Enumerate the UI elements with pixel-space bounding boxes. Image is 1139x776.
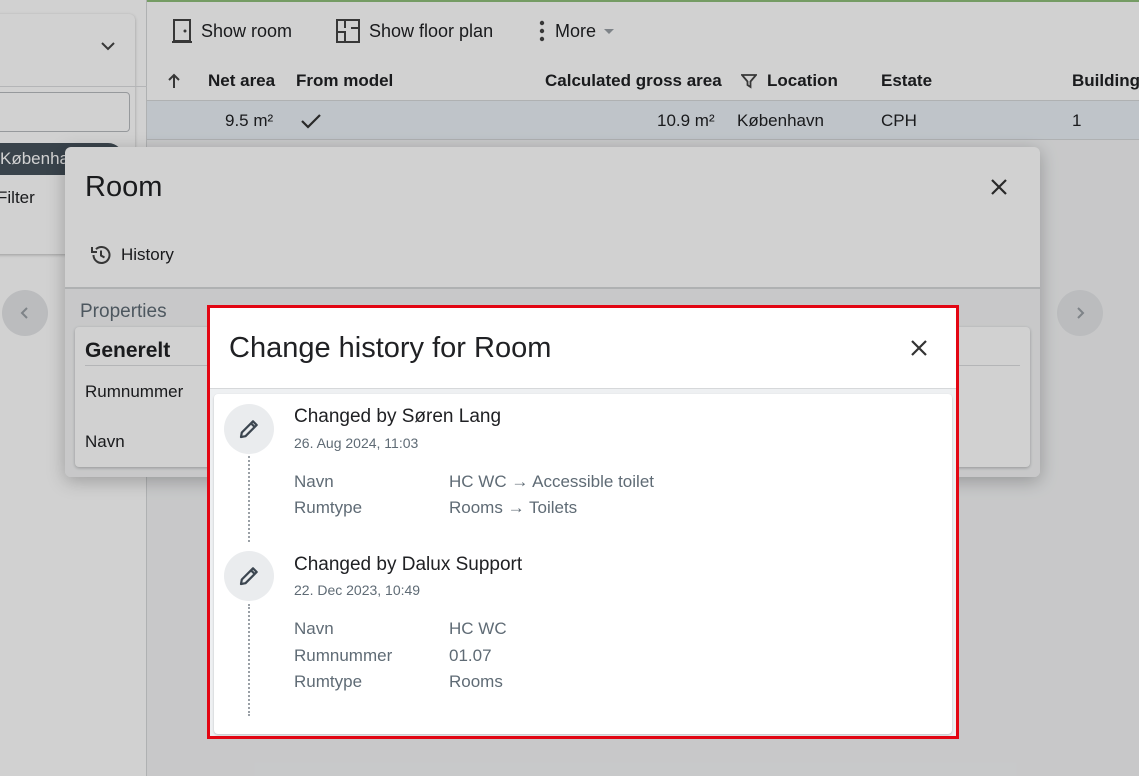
pencil-icon	[224, 404, 274, 454]
pencil-icon	[224, 551, 274, 601]
change-field: Rumnummer	[294, 646, 393, 665]
change-history-body: Changed by Søren Lang 26. Aug 2024, 11:0…	[210, 389, 956, 736]
change-field: Rumtype	[294, 672, 363, 691]
change-field: Rumtype	[294, 498, 363, 517]
entry-author: Changed by Søren Lang	[294, 406, 502, 427]
change-history-dialog: Change history for Room Changed by Søren…	[207, 305, 959, 739]
change-history-title: Change history for Room	[229, 332, 552, 364]
entry-date: 22. Dec 2023, 10:49	[294, 582, 421, 598]
change-history-list: Changed by Søren Lang 26. Aug 2024, 11:0…	[214, 394, 952, 734]
change-field: Navn	[294, 619, 334, 638]
change-value: 01.07	[449, 646, 492, 665]
close-icon[interactable]	[907, 336, 931, 360]
change-value: HC WC	[449, 619, 507, 638]
entry-date: 26. Aug 2024, 11:03	[294, 435, 419, 451]
timeline-connector	[248, 604, 250, 716]
change-value: Rooms → Toilets	[449, 498, 578, 517]
change-field: Navn	[294, 472, 334, 491]
entry-author: Changed by Dalux Support	[294, 554, 523, 575]
change-value: HC WC → Accessible toilet	[449, 472, 654, 491]
change-value: Rooms	[449, 672, 503, 691]
timeline-connector	[248, 456, 250, 542]
